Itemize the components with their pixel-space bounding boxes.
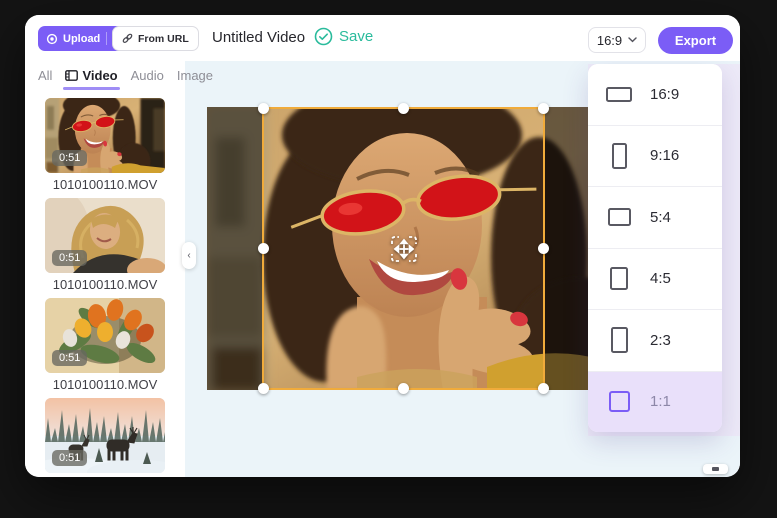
move-cursor-icon[interactable] bbox=[390, 235, 417, 262]
save-label: Save bbox=[339, 28, 373, 45]
media-list: 0:51 1010100110.MOV 0:51 1010100110.MOV … bbox=[45, 98, 165, 477]
resize-handle-top-right[interactable] bbox=[538, 103, 549, 114]
ratio-1-1-icon bbox=[588, 391, 650, 412]
app-window: Upload From URL Untitled Video Save bbox=[25, 15, 740, 477]
ratio-option-1-1[interactable]: 1:1 bbox=[588, 371, 722, 433]
button-divider bbox=[106, 32, 107, 45]
media-item[interactable]: 0:51 1010100110.MOV bbox=[45, 298, 165, 398]
video-thumbnail-smiling-blonde-woman[interactable]: 0:51 bbox=[45, 198, 165, 273]
video-thumbnail-reindeer-winter-forest[interactable]: 0:51 bbox=[45, 398, 165, 473]
tab-video[interactable]: Video bbox=[65, 68, 117, 83]
film-icon bbox=[65, 70, 78, 81]
ratio-5-4-icon bbox=[588, 208, 650, 226]
ratio-option-label: 16:9 bbox=[650, 86, 679, 103]
ratio-4-5-icon bbox=[588, 267, 650, 290]
check-circle-icon bbox=[314, 27, 333, 46]
tab-image[interactable]: Image bbox=[177, 68, 213, 83]
resize-handle-top-center[interactable] bbox=[398, 103, 409, 114]
from-url-label: From URL bbox=[138, 33, 189, 45]
duration-badge: 0:51 bbox=[52, 150, 87, 166]
media-item[interactable]: 0:51 1010100110.MOV bbox=[45, 98, 165, 198]
aspect-ratio-select[interactable]: 16:9 bbox=[588, 27, 646, 53]
duration-badge: 0:51 bbox=[52, 450, 87, 466]
aspect-ratio-menu: 16:9 9:16 5:4 4:5 2:3 1:1 bbox=[588, 64, 722, 432]
resize-handle-bottom-center[interactable] bbox=[398, 383, 409, 394]
chevron-down-icon bbox=[628, 37, 637, 43]
record-circle-icon bbox=[46, 33, 58, 45]
media-filename: 1010100110.MOV bbox=[45, 377, 165, 392]
video-thumbnail-orange-tulip-bouquet[interactable]: 0:51 bbox=[45, 298, 165, 373]
media-filename: 1010100110.MOV bbox=[45, 177, 165, 192]
media-filename: 1010100110.MOV bbox=[45, 277, 165, 292]
ratio-option-5-4[interactable]: 5:4 bbox=[588, 186, 722, 248]
ratio-2-3-icon bbox=[588, 327, 650, 353]
ratio-option-9-16[interactable]: 9:16 bbox=[588, 125, 722, 187]
video-thumbnail-woman-red-sunglasses[interactable]: 0:51 bbox=[45, 98, 165, 173]
editor-canvas[interactable]: ‹ 16:9 9:16 5:4 4:5 2:3 bbox=[185, 61, 740, 477]
timeline-collapse-handle[interactable] bbox=[703, 464, 728, 474]
ratio-option-label: 1:1 bbox=[650, 393, 671, 410]
sidebar-collapse-handle[interactable]: ‹ bbox=[182, 242, 196, 269]
resize-handle-bottom-left[interactable] bbox=[258, 383, 269, 394]
link-icon bbox=[122, 33, 133, 44]
resize-handle-middle-right[interactable] bbox=[538, 243, 549, 254]
upload-label: Upload bbox=[63, 33, 100, 45]
ratio-option-label: 4:5 bbox=[650, 270, 671, 287]
save-button[interactable]: Save bbox=[314, 27, 373, 46]
ratio-9-16-icon bbox=[588, 143, 650, 169]
duration-badge: 0:51 bbox=[52, 250, 87, 266]
ratio-option-2-3[interactable]: 2:3 bbox=[588, 309, 722, 371]
resize-handle-bottom-right[interactable] bbox=[538, 383, 549, 394]
duration-badge: 0:51 bbox=[52, 350, 87, 366]
media-tabs: All Video Audio Image bbox=[25, 61, 185, 89]
ratio-option-label: 9:16 bbox=[650, 147, 679, 164]
media-sidebar: All Video Audio Image 0:51 1010100110.M bbox=[25, 61, 185, 477]
project-title[interactable]: Untitled Video bbox=[212, 29, 305, 46]
ratio-option-label: 2:3 bbox=[650, 332, 671, 349]
drag-grip-icon bbox=[712, 467, 719, 471]
export-button[interactable]: Export bbox=[658, 27, 733, 54]
media-item[interactable]: 0:51 bbox=[45, 398, 165, 477]
resize-handle-middle-left[interactable] bbox=[258, 243, 269, 254]
aspect-ratio-value: 16:9 bbox=[597, 33, 622, 48]
from-url-button[interactable]: From URL bbox=[112, 26, 199, 51]
ratio-option-label: 5:4 bbox=[650, 209, 671, 226]
crop-selection-box[interactable] bbox=[262, 107, 545, 390]
tab-video-label: Video bbox=[82, 68, 117, 83]
chevron-left-icon: ‹ bbox=[187, 250, 190, 261]
toolbar: Upload From URL Untitled Video Save bbox=[25, 15, 740, 61]
media-item[interactable]: 0:51 1010100110.MOV bbox=[45, 198, 165, 298]
ratio-16-9-icon bbox=[588, 87, 650, 102]
ratio-option-4-5[interactable]: 4:5 bbox=[588, 248, 722, 310]
tab-all[interactable]: All bbox=[38, 68, 52, 83]
resize-handle-top-left[interactable] bbox=[258, 103, 269, 114]
tab-audio[interactable]: Audio bbox=[131, 68, 164, 83]
ratio-option-16-9[interactable]: 16:9 bbox=[588, 64, 722, 125]
